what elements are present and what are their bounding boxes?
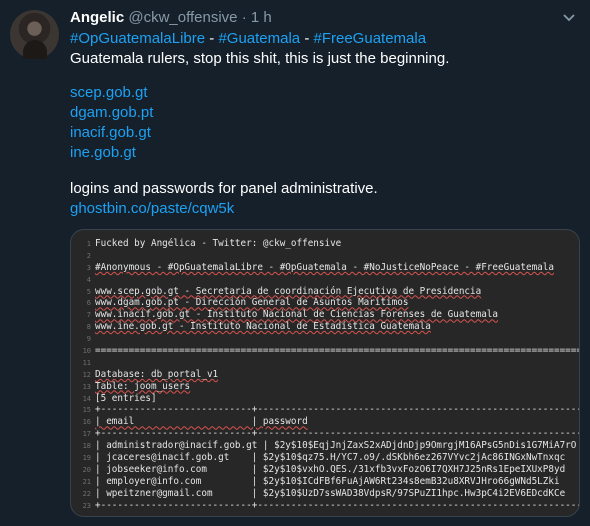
code-text: | jcaceres@inacif.gob.gt | $2y$10$qz75.H… — [95, 452, 566, 464]
code-line: 2 — [77, 250, 579, 262]
code-text: +---------------------------+-----------… — [95, 499, 580, 511]
code-text: +---------------------------+-----------… — [95, 428, 580, 440]
code-line: 23 +---------------------------+---------… — [77, 499, 580, 512]
code-text: www.inacif.gob.gt - Instituto Nacional d… — [95, 309, 498, 321]
code-line: 20 | jobseeker@info.com | $2y$10$vxhO.QES… — [77, 463, 579, 476]
code-line: 19 | jcaceres@inacif.gob.gt | $2y$10$qz75… — [77, 452, 579, 464]
code-screenshot[interactable]: 1 Fucked by Angélica - Twitter: @ckw_offe… — [70, 229, 580, 517]
code-line: 18 | administrador@inacif.gob.gt | $2y$10… — [77, 440, 579, 452]
code-line: 21 | employer@info.com | $2y$10$ICdFBf6Fu… — [77, 475, 579, 488]
line-number: 12 — [82, 370, 91, 379]
hashtag-separator: - — [205, 30, 219, 47]
code-line: 17 +---------------------------+---------… — [77, 428, 580, 440]
code-line: 7 www.inacif.gob.gt - Instituto Nacional … — [77, 309, 579, 321]
separator-dot: · — [241, 9, 247, 26]
hashtag-line: #OpGuatemalaLibre - #Guatemala - #FreeGu… — [70, 29, 580, 49]
code-line: 15 +---------------------------+---------… — [77, 404, 580, 416]
tweet-link[interactable]: inacif.gob.gt — [70, 123, 580, 143]
code-text: | jobseeker@info.com | $2y$10$vxhO.QES./… — [95, 463, 566, 475]
line-number: 21 — [82, 477, 91, 486]
code-line: 22 | wpeitzner@gmail.com | $2y$10$UzD7ssW… — [77, 487, 579, 500]
code-line: 10 ======================================… — [77, 345, 580, 357]
code-line: 12 Database: db_portal_v1 — [77, 368, 579, 381]
code-line: 13 Table: joom_users — [77, 380, 579, 393]
code-line: 1 Fucked by Angélica - Twitter: @ckw_offe… — [77, 238, 579, 250]
code-text: | administrador@inacif.gob.gt | $2y$10$E… — [95, 440, 577, 452]
code-text: | employer@info.com | $2y$10$ICdFBf6FuAj… — [95, 475, 560, 487]
hashtag-separator: - — [300, 30, 314, 47]
code-text: #Anonymous - #OpGuatemalaLibre - #OpGuat… — [95, 261, 554, 273]
hashtag[interactable]: #Guatemala — [218, 30, 300, 47]
code-text: +---------------------------+-----------… — [95, 404, 580, 416]
line-number: 4 — [86, 275, 91, 284]
code-line: 16 | email | password — [77, 416, 579, 428]
code-text: Table: joom_users — [95, 380, 191, 392]
code-text: www.dgam.gob.pt - Dirección General de A… — [95, 297, 409, 309]
avatar[interactable] — [10, 10, 59, 59]
code-line: 4 — [77, 274, 579, 286]
display-name[interactable]: Angelic — [70, 9, 124, 26]
code-line: 11 — [77, 357, 579, 369]
tweet-header: Angelic @ckw_offensive · 1 h — [70, 8, 272, 28]
chevron-down-icon[interactable] — [560, 11, 578, 25]
line-number: 22 — [82, 489, 91, 498]
tweet-link[interactable]: dgam.gob.pt — [70, 103, 580, 123]
code-text: Database: db_portal_v1 — [95, 368, 219, 380]
tweet-text: Guatemala rulers, stop this shit, this i… — [70, 50, 450, 67]
code-text: | email | password — [95, 416, 308, 428]
user-handle[interactable]: @ckw_offensive — [128, 9, 237, 26]
code-line: 5 www.scep.gob.gt - Secretaria de coordin… — [77, 285, 579, 298]
logins-text: logins and passwords for panel administr… — [70, 180, 378, 197]
code-line: 9 — [77, 333, 579, 345]
line-number: 3 — [86, 263, 91, 272]
code-text: | wpeitzner@gmail.com | $2y$10$UzD7ssWAD… — [95, 487, 566, 499]
code-text: [5 entries] — [95, 392, 157, 404]
code-text: www.ine.gob.gt - Instituto Nacional de E… — [95, 321, 431, 333]
code-text: Fucked by Angélica - Twitter: @ckw_offen… — [95, 238, 342, 249]
tweet-body: #OpGuatemalaLibre - #Guatemala - #FreeGu… — [70, 29, 580, 219]
code-text: ========================================… — [95, 345, 580, 357]
tweet-link[interactable]: ine.gob.gt — [70, 143, 580, 163]
line-number: 13 — [82, 382, 91, 391]
code-line: 14 [5 entries] — [77, 392, 579, 405]
hashtag[interactable]: #FreeGuatemala — [314, 30, 427, 47]
code-line: 3 #Anonymous - #OpGuatemalaLibre - #OpGua… — [77, 261, 579, 274]
timestamp[interactable]: 1 h — [251, 9, 272, 26]
code-line: 6 www.dgam.gob.pt - Dirección General de … — [77, 297, 579, 309]
code-line: 8 www.ine.gob.gt - Instituto Nacional de … — [77, 321, 579, 333]
paste-link[interactable]: ghostbin.co/paste/cqw5k — [70, 199, 580, 219]
code-text: www.scep.gob.gt - Secretaria de coordina… — [95, 285, 482, 297]
line-number: 23 — [82, 501, 91, 510]
hashtag[interactable]: #OpGuatemalaLibre — [70, 30, 205, 47]
tweet-link[interactable]: scep.gob.gt — [70, 83, 580, 103]
code-listing: 1 Fucked by Angélica - Twitter: @ckw_offe… — [77, 238, 580, 512]
